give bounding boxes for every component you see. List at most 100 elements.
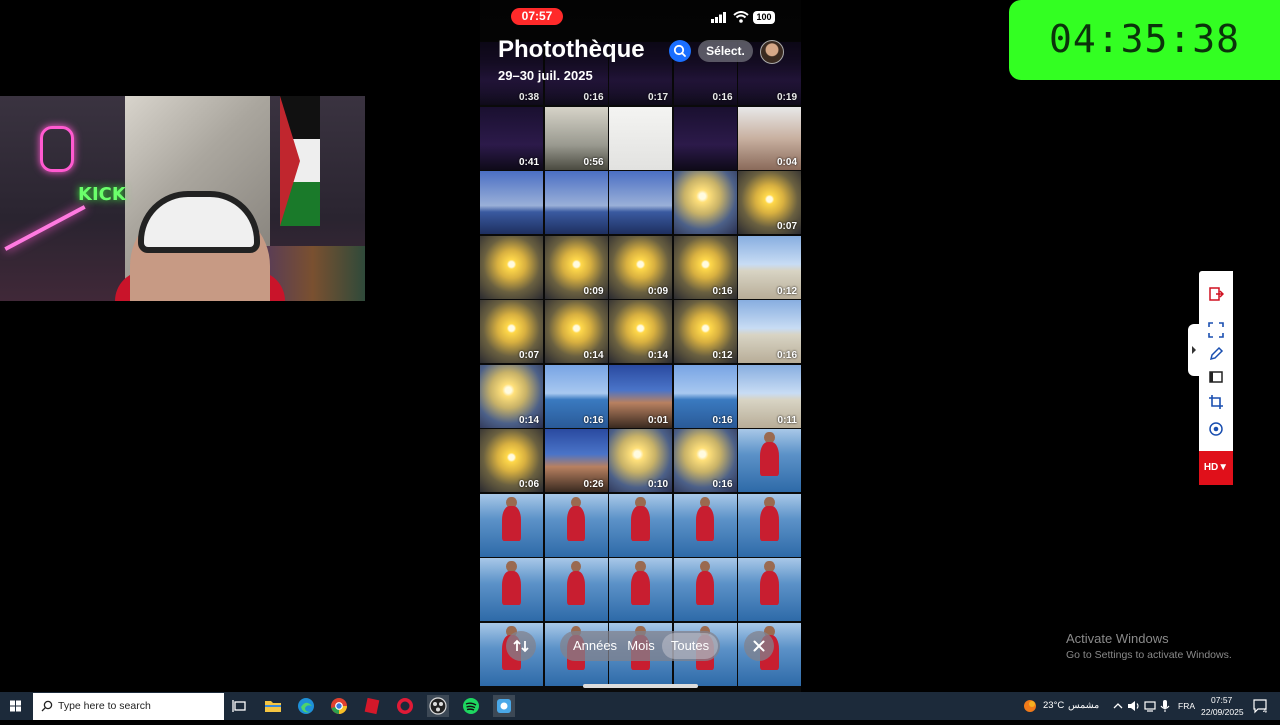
- sort-button[interactable]: [506, 631, 536, 661]
- cellular-signal-icon: [711, 12, 726, 23]
- fullscreen-icon[interactable]: [1208, 322, 1224, 338]
- pen-icon[interactable]: [1208, 346, 1224, 362]
- photo-thumbnail[interactable]: [480, 235, 543, 299]
- photo-thumbnail[interactable]: 0:26: [544, 429, 608, 492]
- photo-thumbnail[interactable]: 0:09: [544, 235, 608, 299]
- photo-thumbnail[interactable]: [673, 493, 737, 557]
- photo-thumbnail[interactable]: 0:16: [544, 364, 608, 428]
- close-button[interactable]: [744, 631, 774, 661]
- microphone-icon[interactable]: [1159, 699, 1171, 713]
- photo-thumbnail[interactable]: 0:16: [673, 364, 737, 428]
- start-button[interactable]: [0, 692, 32, 720]
- app-icon[interactable]: [493, 695, 515, 717]
- taskbar-search-box[interactable]: Type here to search: [33, 693, 224, 720]
- volume-icon[interactable]: [1127, 699, 1141, 713]
- photo-thumbnail[interactable]: 0:16: [673, 235, 737, 299]
- photo-thumbnail[interactable]: 0:12: [673, 300, 737, 363]
- photo-thumbnail[interactable]: 0:10: [609, 429, 672, 492]
- weather-icon[interactable]: [1022, 698, 1038, 714]
- photo-thumbnail[interactable]: [738, 558, 801, 621]
- photo-thumbnail[interactable]: 0:01: [609, 364, 672, 428]
- edge-icon[interactable]: [295, 695, 317, 717]
- video-duration: 0:16: [712, 479, 733, 490]
- photo-thumbnail[interactable]: 0:12: [738, 235, 801, 299]
- battery-indicator: 100: [753, 11, 775, 24]
- notification-count: 4: [1263, 706, 1268, 715]
- phone-screen: 0:380:160:170:160:190:410:560:040:070:09…: [480, 0, 801, 692]
- video-duration: 0:41: [518, 156, 539, 168]
- photo-thumbnail[interactable]: [673, 558, 737, 621]
- record-icon[interactable]: [1208, 421, 1224, 437]
- crop-icon[interactable]: [1208, 394, 1224, 410]
- photo-thumbnail[interactable]: 0:07: [480, 300, 543, 363]
- photo-thumbnail[interactable]: [480, 558, 543, 621]
- video-duration: 0:07: [518, 350, 539, 361]
- photo-thumbnail[interactable]: [609, 106, 672, 170]
- spotify-icon[interactable]: [460, 695, 482, 717]
- chrome-icon[interactable]: [328, 695, 350, 717]
- windows-logo-icon: [10, 700, 21, 712]
- photo-thumbnail[interactable]: [480, 171, 543, 234]
- profile-avatar[interactable]: [760, 40, 784, 64]
- chevron-up-icon[interactable]: [1112, 700, 1124, 712]
- photo-thumbnail[interactable]: [609, 558, 672, 621]
- neon-strip: [4, 205, 86, 251]
- capture-toolbar: HD▼: [1199, 271, 1233, 485]
- timer-value: 04:35:38: [1048, 17, 1241, 61]
- photo-thumbnail[interactable]: 0:07: [738, 171, 801, 234]
- activate-subtitle: Go to Settings to activate Windows.: [1066, 649, 1232, 661]
- input-language[interactable]: FRA: [1178, 701, 1195, 711]
- photo-thumbnail[interactable]: [609, 171, 672, 234]
- taskbar: Type here to search 23°C مشمس FRA 07:57 …: [0, 692, 1280, 720]
- photo-thumbnail[interactable]: 0:11: [738, 364, 801, 428]
- weather-condition[interactable]: مشمس: [1068, 700, 1099, 711]
- exit-icon[interactable]: [1208, 286, 1224, 302]
- video-duration: 0:09: [583, 285, 604, 297]
- photo-thumbnail[interactable]: 0:14: [480, 364, 543, 428]
- sort-arrows-icon: [513, 639, 529, 653]
- photo-thumbnail[interactable]: [544, 171, 608, 234]
- window-icon[interactable]: [1208, 369, 1224, 385]
- video-duration: 0:56: [583, 156, 604, 168]
- segment-months[interactable]: Mois: [624, 631, 658, 661]
- photo-thumbnail[interactable]: [544, 558, 608, 621]
- opera-gx-icon[interactable]: [394, 695, 416, 717]
- photo-thumbnail[interactable]: 0:06: [480, 429, 543, 492]
- photo-thumbnail[interactable]: 0:16: [673, 429, 737, 492]
- segment-all[interactable]: Toutes: [662, 633, 718, 659]
- photo-thumbnail[interactable]: [738, 429, 801, 492]
- photo-thumbnail[interactable]: [673, 106, 737, 170]
- library-title: Photothèque: [498, 36, 645, 63]
- obs-icon[interactable]: [427, 695, 449, 717]
- photo-thumbnail[interactable]: 0:41: [480, 106, 543, 170]
- network-icon[interactable]: [1143, 699, 1157, 713]
- wifi-icon: [733, 11, 749, 23]
- photo-thumbnail[interactable]: [609, 493, 672, 557]
- photo-thumbnail[interactable]: [673, 171, 737, 234]
- video-duration: 0:06: [518, 479, 539, 490]
- photo-thumbnail[interactable]: [738, 493, 801, 557]
- roblox-icon[interactable]: [361, 695, 383, 717]
- photo-thumbnail[interactable]: 0:14: [609, 300, 672, 363]
- clock-time[interactable]: 07:57: [1211, 695, 1232, 705]
- hd-quality-button[interactable]: HD▼: [1199, 451, 1233, 485]
- video-duration: 0:16: [776, 350, 797, 361]
- home-indicator[interactable]: [583, 684, 698, 688]
- task-view-icon[interactable]: [229, 695, 251, 717]
- weather-temperature[interactable]: 23°C: [1043, 700, 1064, 711]
- video-duration: 0:14: [583, 350, 604, 361]
- photo-thumbnail[interactable]: [544, 493, 608, 557]
- photo-thumbnail[interactable]: 0:16: [738, 300, 801, 363]
- photo-thumbnail[interactable]: 0:14: [544, 300, 608, 363]
- select-button[interactable]: Sélect.: [698, 40, 753, 62]
- photo-thumbnail[interactable]: 0:04: [738, 106, 801, 170]
- clock-date[interactable]: 22/09/2025: [1201, 707, 1244, 717]
- photo-thumbnail[interactable]: [480, 493, 543, 557]
- photo-thumbnail[interactable]: 0:56: [544, 106, 608, 170]
- search-button[interactable]: [669, 40, 691, 62]
- photo-thumbnail[interactable]: 0:09: [609, 235, 672, 299]
- file-explorer-icon[interactable]: [262, 695, 284, 717]
- library-date-range: 29–30 juil. 2025: [498, 68, 593, 83]
- segment-years[interactable]: Années: [564, 631, 626, 661]
- video-duration: 0:26: [583, 479, 604, 490]
